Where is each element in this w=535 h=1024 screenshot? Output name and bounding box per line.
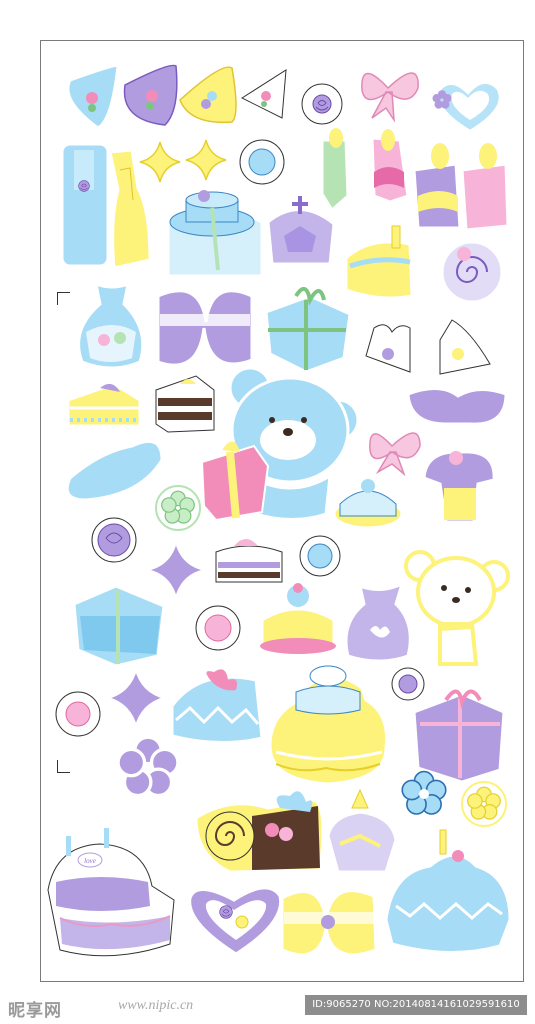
- small-cake-sticker: [332, 479, 404, 530]
- slice-cake-with-candle-sticker: [344, 225, 414, 300]
- layer-cake-sticker: [215, 539, 283, 583]
- tiered-cake-with-plaque-sticker: love: [47, 828, 175, 957]
- cake-plaque-text: love: [84, 857, 96, 865]
- green-flower-sticker: [155, 485, 201, 531]
- pink-rose-sticker: [195, 605, 241, 651]
- watermark-url: www.nipic.cn: [118, 998, 194, 1013]
- triangle-sticker-yellow: [179, 66, 237, 124]
- sticker-artwork: love: [47, 63, 512, 957]
- purple-heart-frame-sticker: [188, 886, 283, 956]
- blue-bottle-sticker: [60, 142, 110, 268]
- blue-cake-sticker: [166, 190, 264, 278]
- candy-bag-sticker: [77, 281, 145, 370]
- triangle-sticker-white: [240, 69, 287, 119]
- purple-crown-jar-sticker: [266, 196, 336, 266]
- yellow-sparkle-sticker: [185, 139, 227, 181]
- purple-rose-sticker: [91, 517, 137, 563]
- image-id-bar: ID:9065270 NO:20140814161029591610: [305, 995, 527, 1015]
- purple-rose-sticker: [391, 667, 425, 701]
- purple-sparkle-sticker: [143, 539, 209, 601]
- cake-slice-sticker: [66, 382, 142, 428]
- watermark-brand: 昵享网: [8, 1001, 62, 1020]
- purple-sparkle-sticker: [105, 667, 167, 729]
- pink-rose-sticker: [55, 691, 101, 737]
- heart-frame-sticker: [432, 80, 503, 135]
- triangle-sticker-purple: [123, 64, 178, 126]
- purple-gift-box-sticker: [412, 689, 506, 784]
- purple-wing-sticker: [406, 387, 508, 426]
- yellow-flower-sticker: [461, 781, 507, 827]
- purple-cupcake-sticker: [422, 450, 496, 524]
- blue-tiered-cake-sticker: [384, 829, 512, 955]
- roll-cake-sticker: [440, 240, 504, 304]
- blue-bow-cake-sticker: [170, 669, 264, 744]
- purple-lace-bow-sticker: [156, 289, 254, 367]
- candle-sticker: [412, 143, 462, 230]
- blue-rose-sticker: [299, 535, 341, 577]
- gift-box-held-sticker: [200, 441, 270, 522]
- white-shape-sticker: [365, 324, 411, 373]
- yellow-bear-sticker: [404, 550, 510, 666]
- white-shape-sticker: [439, 319, 491, 375]
- blue-wing-sticker: [65, 439, 164, 502]
- strawberry-cake-sticker: [260, 583, 336, 654]
- pink-bow-sticker: [361, 72, 419, 123]
- candle-sticker: [460, 143, 510, 232]
- blue-flower-sticker: [401, 770, 447, 815]
- crop-mark-top: [57, 292, 70, 305]
- blue-gift-box-sticker: [264, 287, 352, 374]
- candle-sticker: [320, 128, 350, 213]
- roll-cake-sticker: [194, 791, 325, 874]
- pink-bow-sticker: [369, 432, 421, 477]
- candle-sticker: [370, 129, 410, 204]
- yellow-lace-bow-sticker: [280, 889, 378, 957]
- chocolate-cake-sticker: [155, 375, 215, 433]
- yellow-sparkle-sticker: [139, 141, 181, 183]
- purple-flower-sticker: [116, 735, 180, 798]
- triangle-sticker-blue: [66, 63, 120, 130]
- yellow-bottle-sticker: [108, 148, 152, 270]
- purple-candy-bag-sticker: [344, 581, 412, 663]
- blue-gift-box-sticker: [72, 584, 166, 668]
- crop-mark-bottom: [57, 760, 70, 773]
- rose-sticker: [301, 83, 343, 125]
- blue-rose-sticker: [239, 139, 285, 185]
- big-yellow-cake-sticker: [268, 665, 389, 786]
- cupcake-with-candle-sticker: [326, 788, 398, 874]
